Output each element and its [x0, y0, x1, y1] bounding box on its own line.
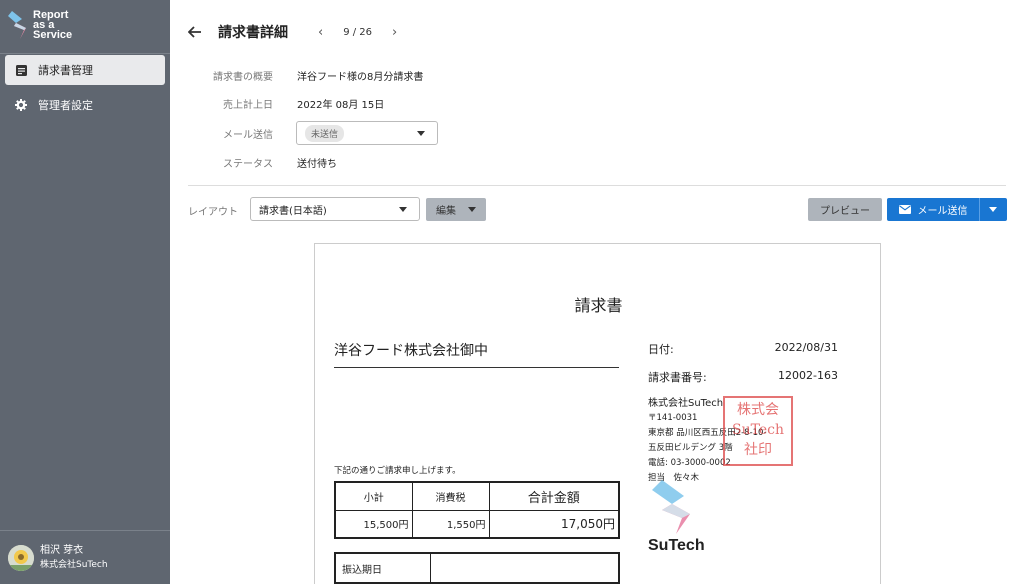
gear-icon [15, 99, 27, 111]
page-count: 9 / 26 [343, 26, 373, 38]
invoice-date: 日付: 2022/08/31 [648, 341, 838, 357]
next-page-chevron-icon[interactable]: › [384, 25, 405, 40]
total-header: 合計金額 [488, 481, 620, 511]
prev-page-chevron-icon[interactable]: ‹ [310, 25, 331, 40]
status-label: ステータス [223, 158, 273, 170]
sidebar-item-admin-settings[interactable]: 管理者設定 [5, 90, 165, 120]
invoice-note: 下記の通りご請求申し上げます。 [334, 466, 461, 476]
tax-value: 1,550円 [411, 509, 490, 539]
logo-icon [8, 11, 26, 39]
status-value: 送付待ち [297, 158, 337, 170]
edit-button-label: 編集 [436, 206, 456, 217]
mail-icon [898, 205, 911, 214]
subtotal-value: 15,500円 [334, 509, 413, 539]
mail-label: メール送信 [223, 129, 273, 141]
mail-status-select[interactable]: 未送信 [296, 121, 438, 145]
due-date-row: 振込期日 [334, 552, 620, 584]
preview-button-label: プレビュー [820, 206, 870, 217]
user-info: 相沢 芽衣 株式会社SuTech [40, 544, 108, 572]
amount-table-header: 小計 消費税 合計金額 [334, 481, 620, 511]
invoice-title: 請求書 [574, 296, 623, 315]
due-date-label: 振込期日 [334, 552, 431, 584]
invoice-number-label: 請求書番号: [648, 371, 707, 384]
layout-select[interactable]: 請求書(日本語) [250, 197, 420, 221]
avatar [8, 544, 34, 571]
total-value: 17,050円 [488, 509, 620, 539]
sidebar-divider [0, 53, 170, 54]
amount-table: 小計 消費税 合計金額 15,500円 1,550円 17,050円 [334, 481, 620, 539]
amount-table-row: 15,500円 1,550円 17,050円 [334, 509, 620, 539]
due-date-table: 振込期日 [334, 552, 620, 584]
invoice-client: 洋谷フード株式会社御中 [334, 340, 619, 368]
invoice-preview: 請求書 洋谷フード株式会社御中 日付: 2022/08/31 請求書番号: 12… [314, 243, 881, 584]
sidebar: Report as a Service 請求書管理 管理者設定 相沢 芽衣 株式… [0, 0, 170, 584]
chevron-down-icon [989, 207, 997, 212]
mail-row: メール送信 未送信 [170, 121, 870, 145]
invoice-date-value: 2022/08/31 [774, 341, 838, 354]
invoice-date-label: 日付: [648, 343, 674, 356]
date-row: 売上計上日 2022年 08月 15日 [170, 92, 870, 114]
invoice-number-value: 12002-163 [778, 369, 838, 382]
send-mail-button[interactable]: メール送信 [887, 198, 979, 221]
section-divider [188, 185, 1006, 186]
logo-text: Report as a Service [33, 10, 73, 41]
due-date-value [429, 552, 620, 584]
back-arrow-icon[interactable] [187, 23, 208, 42]
edit-button[interactable]: 編集 [426, 198, 486, 221]
logo-line-3: Service [33, 29, 73, 41]
sidebar-item-label: 管理者設定 [38, 99, 93, 112]
company-seal-stamp: 株式会 SuTech 社印 [723, 396, 793, 466]
page-header: 請求書詳細 ‹ 9 / 26 › [187, 20, 405, 44]
sutech-logo-icon [648, 480, 692, 538]
sutech-logo-name: SuTech [648, 537, 705, 554]
summary-label: 請求書の概要 [213, 71, 273, 83]
user-profile[interactable]: 相沢 芽衣 株式会社SuTech [0, 530, 170, 584]
invoice-icon [15, 64, 27, 76]
send-mail-dropdown-button[interactable] [979, 198, 1007, 221]
date-label: 売上計上日 [223, 99, 273, 111]
page-title: 請求書詳細 [218, 25, 288, 41]
preview-button[interactable]: プレビュー [808, 198, 882, 221]
summary-row: 請求書の概要 洋谷フード様の8月分請求書 [170, 64, 870, 86]
mail-status-chip: 未送信 [305, 124, 345, 142]
layout-select-value: 請求書(日本語) [259, 205, 327, 217]
layout-label: レイアウト [188, 207, 238, 218]
user-company: 株式会社SuTech [40, 559, 108, 570]
chevron-down-icon [417, 131, 425, 136]
sidebar-item-label: 請求書管理 [38, 64, 93, 77]
send-mail-label: メール送信 [917, 206, 968, 217]
summary-value: 洋谷フード様の8月分請求書 [297, 71, 424, 83]
app-logo[interactable]: Report as a Service [8, 10, 73, 41]
user-name: 相沢 芽衣 [40, 544, 84, 556]
chevron-down-icon [399, 207, 407, 212]
pager: ‹ 9 / 26 › [310, 25, 405, 40]
status-row: ステータス 送付待ち [170, 151, 870, 173]
main-content: 請求書詳細 ‹ 9 / 26 › 請求書の概要 洋谷フード様の8月分請求書 売上… [170, 0, 1024, 584]
subtotal-header: 小計 [334, 481, 413, 511]
date-value: 2022年 08月 15日 [297, 99, 385, 111]
chevron-down-icon [468, 207, 476, 212]
sidebar-item-invoice-management[interactable]: 請求書管理 [5, 55, 165, 85]
invoice-number: 請求書番号: 12002-163 [648, 369, 838, 385]
tax-header: 消費税 [411, 481, 490, 511]
